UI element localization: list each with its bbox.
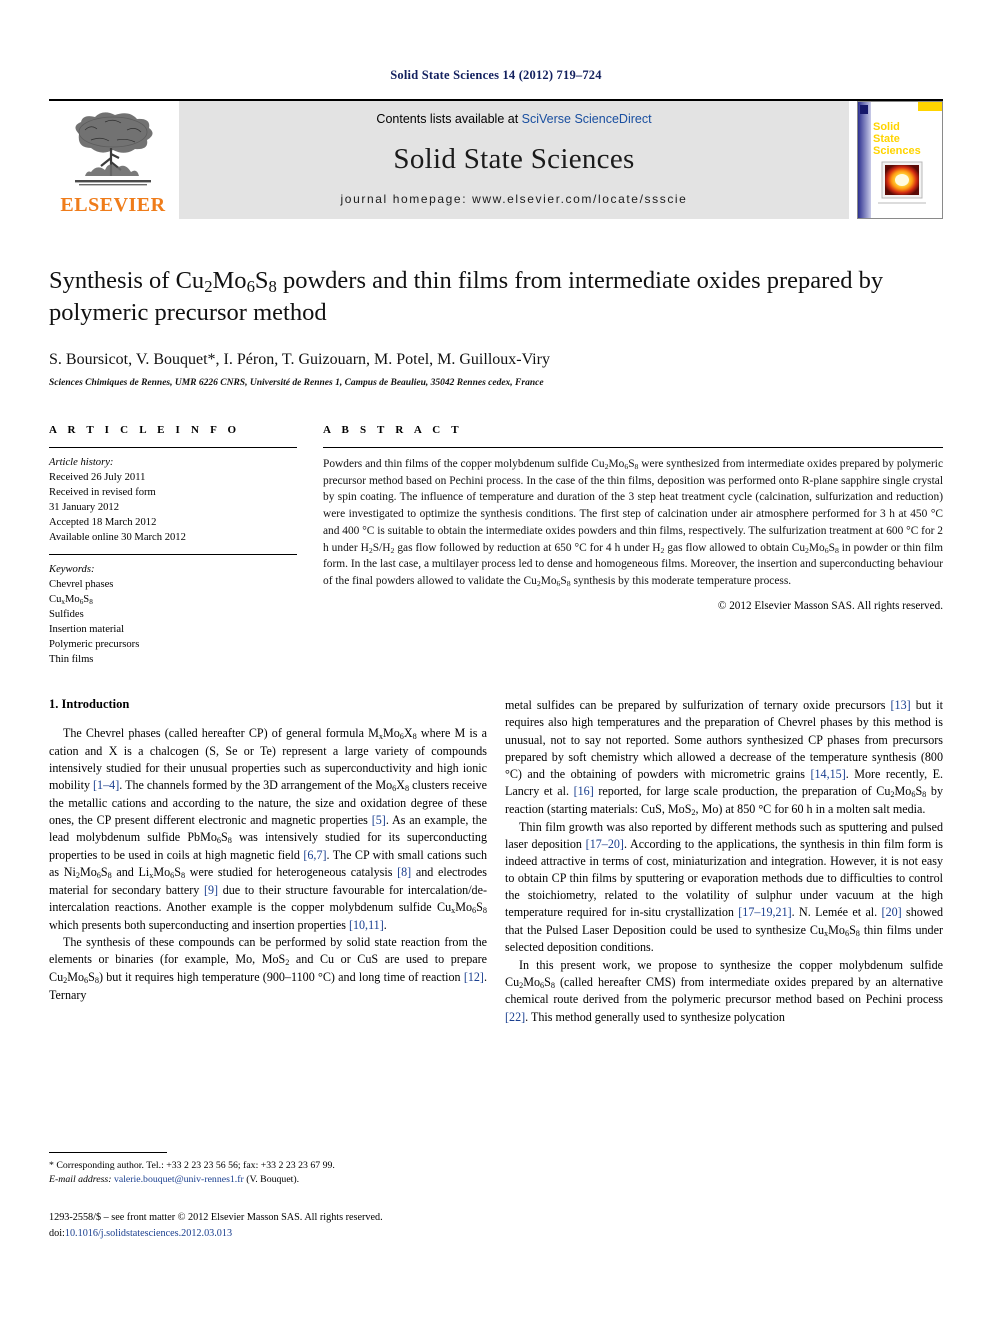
corresponding-author-footnote: * Corresponding author. Tel.: +33 2 23 2… <box>49 1152 485 1188</box>
footnote-rule <box>49 1152 167 1153</box>
title-sub-1: 2 <box>204 277 213 297</box>
affiliation: Sciences Chimiques de Rennes, UMR 6226 C… <box>49 377 544 388</box>
paragraph: metal sulfides can be prepared by sulfur… <box>505 698 944 817</box>
front-matter-line: 1293-2558/$ – see front matter © 2012 El… <box>49 1212 383 1223</box>
journal-banner: Contents lists available at SciVerse Sci… <box>179 101 849 219</box>
paragraph: The Chevrel phases (called hereafter CP)… <box>49 726 488 932</box>
body-column-right: metal sulfides can be prepared by sulfur… <box>505 697 943 1026</box>
journal-cover-thumbnail: Solid State Sciences <box>857 101 943 219</box>
paragraph: In this present work, we propose to synt… <box>505 957 943 1024</box>
journal-title: Solid State Sciences <box>393 142 635 175</box>
keywords-block: Keywords: Chevrel phases CuxMo6S8 Sulfid… <box>49 555 297 667</box>
cover-artwork-icon: Solid State Sciences <box>858 102 942 218</box>
history-item: Received 26 July 2011 <box>49 471 146 483</box>
author-list: S. Boursicot, V. Bouquet*, I. Péron, T. … <box>49 350 550 368</box>
history-item: Available online 30 March 2012 <box>49 531 186 543</box>
paragraph: Thin film growth was also reported by di… <box>505 819 944 955</box>
title-block: Synthesis of Cu2Mo6S8 powders and thin f… <box>49 265 943 388</box>
keyword-item: Polymeric precursors <box>49 639 140 651</box>
contents-available-line: Contents lists available at SciVerse Sci… <box>376 112 651 126</box>
article-history-block: Article history: Received 26 July 2011 R… <box>49 448 297 545</box>
footnote-text: * Corresponding author. Tel.: +33 2 23 2… <box>49 1159 485 1188</box>
journal-masthead: ELSEVIER Contents lists available at Sci… <box>49 99 943 219</box>
doi-label: doi: <box>49 1227 65 1239</box>
doi-line: doi:10.1016/j.solidstatesciences.2012.03… <box>49 1226 669 1242</box>
title-seg-2: Mo <box>212 267 247 294</box>
keyword-item: Chevrel phases <box>49 579 114 591</box>
svg-text:Sciences: Sciences <box>873 145 921 157</box>
keywords-label: Keywords: <box>49 564 95 576</box>
article-history-label: Article history: <box>49 456 114 468</box>
svg-text:Solid: Solid <box>873 121 900 133</box>
doi-link[interactable]: 10.1016/j.solidstatesciences.2012.03.013 <box>65 1228 232 1239</box>
article-info-column: A R T I C L E I N F O Article history: R… <box>49 424 297 667</box>
article-info-heading: A R T I C L E I N F O <box>49 423 241 436</box>
keyword-item: Sulfides <box>49 609 84 621</box>
info-abstract-region: A R T I C L E I N F O Article history: R… <box>49 424 943 667</box>
section-heading-introduction: 1. Introduction <box>49 697 130 712</box>
elsevier-wordmark: ELSEVIER <box>60 194 166 216</box>
article-page: Solid State Sciences 14 (2012) 719–724 E… <box>0 0 992 1323</box>
elsevier-logo: ELSEVIER <box>49 101 177 219</box>
body-columns: 1. Introduction The Chevrel phases (call… <box>49 697 943 1026</box>
running-head: Solid State Sciences 14 (2012) 719–724 <box>390 68 602 82</box>
abstract-text: Powders and thin films of the copper mol… <box>323 457 943 589</box>
abstract-copyright: © 2012 Elsevier Masson SAS. All rights r… <box>717 599 943 612</box>
kw-sub-6: 6 <box>79 597 84 606</box>
email-link[interactable]: valerie.bouquet@univ-rennes1.fr <box>114 1174 244 1185</box>
page-title: Synthesis of Cu2Mo6S8 powders and thin f… <box>49 265 943 329</box>
kw-sub-8: 8 <box>89 597 93 606</box>
paragraph: The synthesis of these compounds can be … <box>49 935 488 1002</box>
title-sub-3: 8 <box>268 277 277 297</box>
keyword-item: CuxMo6S8 <box>49 594 93 606</box>
title-sub-2: 6 <box>246 277 255 297</box>
body-column-left: 1. Introduction The Chevrel phases (call… <box>49 697 487 1026</box>
page-footer: 1293-2558/$ – see front matter © 2012 El… <box>49 1210 669 1242</box>
kw-sub-x: x <box>61 597 65 606</box>
journal-homepage-link[interactable]: journal homepage: www.elsevier.com/locat… <box>341 192 688 206</box>
history-item: Accepted 18 March 2012 <box>49 516 157 528</box>
footnote-contact: Corresponding author. Tel.: +33 2 23 23 … <box>53 1160 335 1171</box>
keyword-item: Thin films <box>49 654 94 666</box>
abstract-heading: A B S T R A C T <box>323 423 463 436</box>
email-suffix: (V. Bouquet). <box>243 1174 300 1186</box>
title-seg-1: Synthesis of Cu <box>49 267 205 294</box>
sciencedirect-link[interactable]: SciVerse ScienceDirect <box>522 112 652 126</box>
history-item: 31 January 2012 <box>49 501 120 513</box>
keyword-item: Insertion material <box>49 624 125 636</box>
svg-text:State: State <box>873 133 900 145</box>
history-item: Received in revised form <box>49 486 156 498</box>
elsevier-tree-icon <box>75 112 153 186</box>
title-seg-3: S <box>254 267 269 294</box>
abstract-column: A B S T R A C T Powders and thin films o… <box>323 424 943 667</box>
contents-prefix: Contents lists available at <box>376 112 522 126</box>
email-label: E-mail address: <box>49 1174 112 1186</box>
